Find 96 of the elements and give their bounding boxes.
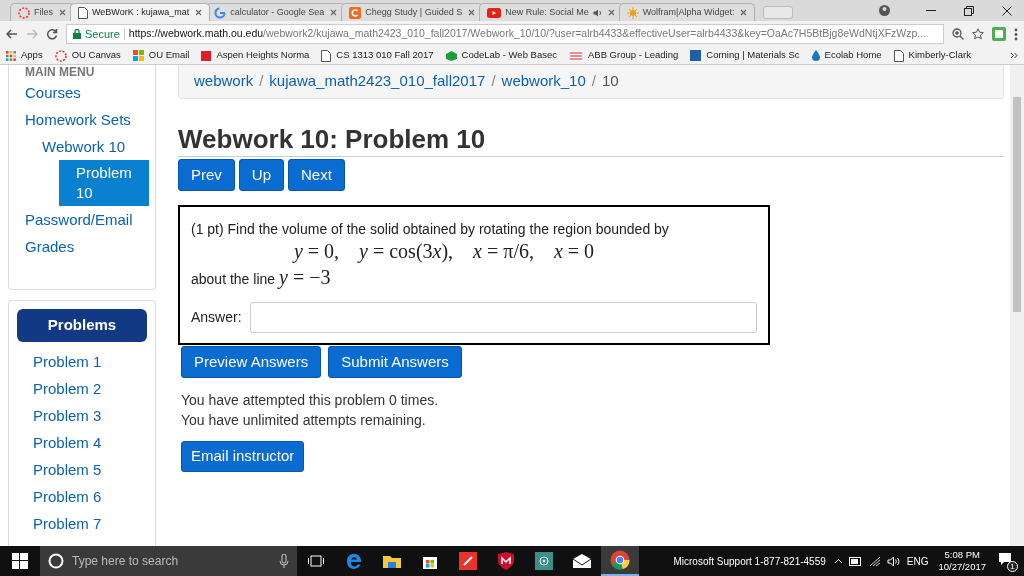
answer-button[interactable]: Submit Answers — [328, 346, 462, 378]
answer-button[interactable]: Preview Answers — [181, 346, 322, 378]
breadcrumb-link[interactable]: webwork — [194, 70, 254, 93]
answer-label: Answer: — [191, 308, 242, 327]
support-text: Microsoft Support 1-877-821-4559 — [673, 554, 826, 569]
page-title: Webwork 10: Problem 10 — [178, 124, 487, 154]
menu-link[interactable]: Grades — [25, 233, 139, 260]
reload-icon[interactable] — [46, 28, 58, 40]
c-letter-icon — [349, 6, 362, 19]
bookmark-link[interactable]: Apps — [6, 48, 43, 63]
url-text: https://webwork.math.ou.edu/webwork2/kujawa_math2423_010_fall2017/Webwork_10/10/?user=alrb4433&effectiveUser=alrb4433&key=OaAc7H5BtBjg8eWdNtjXFzWzp... — [128, 26, 927, 42]
notification-count: 1 — [1007, 561, 1018, 572]
tab-icon-dashed-circle — [18, 6, 30, 19]
breadcrumb-link[interactable]: webwork_10 — [501, 70, 586, 93]
bookmark-link[interactable]: CS 1313 010 Fall 2017 — [321, 48, 434, 63]
language-indicator[interactable]: ENG — [906, 553, 929, 569]
bookmark-link[interactable]: ABB Group - Leading — [568, 48, 679, 63]
lock-icon — [73, 29, 81, 39]
taskbar-search-field[interactable]: Type here to search — [40, 546, 297, 576]
square-icon — [690, 50, 702, 61]
close-icon[interactable] — [195, 9, 203, 16]
menu-link[interactable]: Homework Sets — [25, 106, 139, 133]
tab-icon-dashed-circle — [54, 49, 67, 62]
document-icon — [893, 49, 904, 62]
more-bookmarks-icon[interactable] — [1010, 52, 1018, 59]
document-icon — [321, 49, 332, 62]
speaker-icon[interactable] — [886, 555, 901, 567]
breadcrumb-link[interactable]: kujawa_math2423_010_fall2017 — [269, 70, 486, 93]
bookmark-link[interactable]: Aspen Heights Norma — [201, 48, 310, 63]
breadcrumb-separator: / — [591, 71, 596, 92]
problem-link[interactable]: Problem 2 — [33, 379, 147, 399]
bookmark-link[interactable]: Corning | Materials Sc — [690, 48, 800, 63]
windows-start-icon[interactable] — [12, 553, 28, 569]
breadcrumb-separator: / — [259, 71, 264, 92]
document-icon — [78, 6, 88, 19]
menu-icon[interactable] — [1014, 27, 1018, 41]
bookmark-link[interactable]: OU Canvas — [54, 48, 121, 63]
drop-icon — [811, 50, 820, 61]
nav-button[interactable]: Prev — [178, 159, 235, 191]
problems-header: Problems — [17, 309, 147, 342]
minimize-icon[interactable] — [926, 9, 936, 12]
star-icon[interactable] — [972, 28, 984, 40]
scrollbar[interactable] — [1010, 65, 1024, 546]
sun-icon — [626, 6, 639, 19]
bookmark-link[interactable]: OU Email — [132, 48, 190, 63]
profile-icon[interactable] — [879, 5, 890, 16]
clock[interactable]: 5:08 PM 10/27/2017 — [938, 549, 986, 573]
problem-link[interactable]: Problem 5 — [33, 460, 147, 480]
wifi-icon[interactable] — [868, 555, 881, 567]
back-icon[interactable] — [6, 29, 18, 39]
bookmark-link[interactable]: CodeLab - Web Basec — [445, 48, 557, 63]
breadcrumb-current: 10 — [601, 71, 619, 92]
nav-button[interactable]: Up — [238, 159, 285, 191]
browser-tab[interactable]: Wolfram|Alpha Widget: — [618, 3, 756, 21]
about-label: about the line — [191, 270, 276, 289]
email-instructor-button[interactable]: Email instructor — [181, 441, 305, 472]
search-placeholder: Type here to search — [72, 553, 180, 570]
attempts-message: You have attempted this problem 0 times. — [181, 391, 440, 410]
problem-statement: (1 pt) Find the volume of the solid obtained by rotating the region bounded by — [191, 220, 670, 239]
menu-link[interactable]: Problem 10 — [59, 160, 149, 206]
zoom-icon[interactable] — [952, 28, 964, 40]
equation: y = 0, y = cos(3x), x = π/6, x = 0 — [291, 240, 596, 262]
play-icon — [487, 7, 502, 18]
main-menu-heading: MAIN MENU — [25, 65, 96, 79]
problem-link[interactable]: Problem 7 — [33, 514, 147, 534]
menu-link[interactable]: Password/Email — [25, 206, 139, 233]
cortana-icon — [48, 553, 64, 569]
bookmark-link[interactable]: Kimberly-Clark — [893, 48, 971, 63]
equation: y = −3 — [279, 265, 331, 291]
problem-link[interactable]: Problem 6 — [33, 487, 147, 507]
problem-link[interactable]: Problem 1 — [33, 352, 147, 372]
chrome-browser-icon[interactable] — [601, 546, 639, 576]
close-icon[interactable] — [1002, 5, 1012, 16]
answer-field[interactable] — [249, 302, 757, 333]
chevron-up-icon[interactable] — [833, 558, 843, 564]
four-squares-icon — [132, 50, 144, 61]
browser-tab[interactable]: WeBWorK : kujawa_mat — [70, 3, 211, 21]
apps-grid-icon — [6, 50, 16, 61]
secure-label: Secure — [85, 26, 120, 42]
square-icon — [201, 50, 212, 61]
abb-logo-icon — [568, 51, 583, 60]
extension-icon[interactable] — [992, 27, 1006, 41]
restore-icon[interactable] — [964, 5, 974, 16]
address-bar[interactable]: Secure https://webwork.math.ou.edu/webwork2/kujawa_math2423_010_fall2017/Webwork_10/10/?user=alrb4433&effectiveUser=alrb4433&key=OaAc7H5BtBjg8eWdNtjXFzWzp... — [66, 24, 944, 44]
attempts-message: You have unlimited attempts remaining. — [181, 411, 427, 430]
menu-link[interactable]: Webwork 10 — [42, 133, 139, 160]
bookmark-link[interactable]: Ecolab Home — [811, 48, 882, 63]
microphone-icon — [279, 554, 289, 568]
g-letter-icon — [214, 6, 227, 19]
problem-link[interactable]: Problem 4 — [33, 433, 147, 453]
problem-link[interactable]: Problem 3 — [33, 406, 147, 426]
nav-button[interactable]: Next — [288, 159, 345, 191]
menu-link[interactable]: Courses — [25, 79, 139, 106]
cube-icon — [445, 50, 457, 61]
breadcrumb-separator: / — [491, 71, 496, 92]
battery-icon[interactable] — [848, 556, 863, 566]
